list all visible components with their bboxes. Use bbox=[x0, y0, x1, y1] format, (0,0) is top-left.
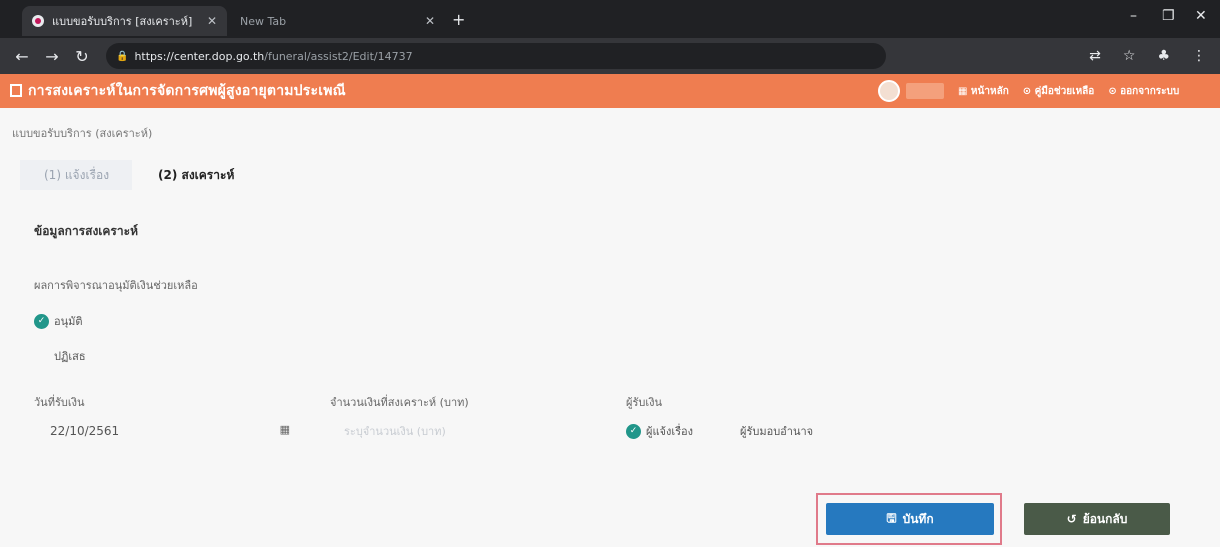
radio-unchecked-icon[interactable] bbox=[720, 424, 735, 439]
maximize-icon[interactable]: ❐ bbox=[1162, 8, 1175, 24]
url-path: /funeral/assist2/Edit/14737 bbox=[264, 49, 413, 63]
radio-unchecked-icon[interactable] bbox=[34, 349, 49, 364]
site-favicon-icon bbox=[32, 15, 44, 27]
browser-tab-active[interactable]: แบบขอรับบริการ [สงเคราะห์] ✕ bbox=[22, 6, 227, 36]
amount-input[interactable]: ระบุจำนวนเงิน (บาท) bbox=[330, 418, 580, 444]
radio-recipient-requester[interactable]: ✓ ผู้แจ้งเรื่อง bbox=[626, 422, 693, 440]
minimize-icon[interactable]: – bbox=[1130, 8, 1137, 24]
tab-close-icon[interactable]: ✕ bbox=[425, 14, 435, 28]
tab-title: New Tab bbox=[240, 14, 287, 28]
browser-tab-new[interactable]: New Tab ✕ bbox=[230, 6, 445, 36]
radio-reject-label: ปฏิเสธ bbox=[54, 350, 86, 363]
user-name-badge[interactable] bbox=[906, 83, 944, 99]
save-button[interactable]: 🖫 บันทึก bbox=[826, 503, 994, 535]
forward-arrow-icon[interactable]: → bbox=[44, 47, 60, 66]
document-icon bbox=[10, 84, 22, 97]
radio-reject[interactable]: ปฏิเสธ bbox=[34, 347, 86, 365]
amount-placeholder: ระบุจำนวนเงิน (บาท) bbox=[344, 425, 446, 438]
radio-approve[interactable]: ✓ อนุมัติ bbox=[34, 312, 83, 330]
lock-icon: 🔒 bbox=[116, 50, 129, 62]
new-tab-button[interactable]: + bbox=[452, 10, 465, 29]
check-circle-icon[interactable]: ✓ bbox=[34, 313, 49, 329]
close-window-icon[interactable]: ✕ bbox=[1195, 8, 1207, 24]
menu-logout[interactable]: ⊙ ออกจากระบบ bbox=[1108, 84, 1179, 99]
app-title: การสงเคราะห์ในการจัดการศพผู้สูงอายุตามปร… bbox=[10, 80, 346, 102]
breadcrumb: แบบขอรับบริการ (สงเคราะห์) bbox=[12, 127, 153, 140]
floppy-disk-icon: 🖫 bbox=[886, 510, 897, 525]
check-circle-icon[interactable]: ✓ bbox=[626, 423, 641, 439]
date-field-label: วันที่รับเงิน bbox=[34, 396, 85, 409]
menu-icon[interactable]: ⋮ bbox=[1192, 48, 1206, 64]
address-bar[interactable]: 🔒 https://center.dop.go.th /funeral/assi… bbox=[106, 43, 886, 69]
avatar[interactable] bbox=[878, 80, 900, 102]
menu-manual[interactable]: ⊙ คู่มือช่วยเหลือ bbox=[1023, 84, 1095, 99]
back-arrow-icon[interactable]: ← bbox=[14, 47, 30, 66]
calendar-icon[interactable]: ▦ bbox=[280, 423, 290, 436]
amount-field-label: จำนวนเงินที่สงเคราะห์ (บาท) bbox=[330, 396, 469, 409]
consideration-label: ผลการพิจารณาอนุมัติเงินช่วยเหลือ bbox=[34, 279, 198, 292]
browser-toolbar: ← → ↻ 🔒 https://center.dop.go.th /funera… bbox=[0, 38, 1220, 74]
header-menu: ▦ หน้าหลัก ⊙ คู่มือช่วยเหลือ ⊙ ออกจากระบ… bbox=[958, 74, 1179, 108]
back-button-label: ย้อนกลับ bbox=[1082, 511, 1128, 526]
radio-recipient-other[interactable]: ผู้รับมอบอำนาจ bbox=[720, 422, 813, 440]
back-button[interactable]: ↺ ย้อนกลับ bbox=[1024, 503, 1170, 535]
date-input[interactable]: 22/10/2561 ▦ bbox=[34, 418, 296, 444]
radio-requester-label: ผู้แจ้งเรื่อง bbox=[646, 425, 693, 438]
section-title: ข้อมูลการสงเคราะห์ bbox=[34, 224, 138, 238]
radio-approve-label: อนุมัติ bbox=[54, 315, 83, 328]
app-header: การสงเคราะห์ในการจัดการศพผู้สูงอายุตามปร… bbox=[0, 74, 1220, 108]
radio-other-label: ผู้รับมอบอำนาจ bbox=[740, 425, 814, 438]
tab-step-assist[interactable]: (2) สงเคราะห์ bbox=[158, 160, 234, 185]
menu-home[interactable]: ▦ หน้าหลัก bbox=[958, 84, 1009, 99]
tab-close-icon[interactable]: ✕ bbox=[207, 14, 217, 28]
extension-icon[interactable]: ♣ bbox=[1157, 48, 1170, 64]
tab-step-notify[interactable]: (1) แจ้งเรื่อง bbox=[20, 160, 132, 190]
tab-title: แบบขอรับบริการ [สงเคราะห์] bbox=[52, 15, 193, 28]
save-button-label: บันทึก bbox=[902, 511, 934, 526]
date-value: 22/10/2561 bbox=[50, 424, 120, 438]
undo-icon: ↺ bbox=[1066, 512, 1077, 526]
reload-icon[interactable]: ↻ bbox=[74, 47, 90, 66]
url-host: https://center.dop.go.th bbox=[134, 49, 265, 63]
star-icon[interactable]: ☆ bbox=[1123, 48, 1136, 64]
recipient-label: ผู้รับเงิน bbox=[626, 396, 662, 409]
app-title-text: การสงเคราะห์ในการจัดการศพผู้สูงอายุตามปร… bbox=[28, 83, 346, 99]
browser-tab-bar: แบบขอรับบริการ [สงเคราะห์] ✕ New Tab ✕ +… bbox=[0, 0, 1220, 38]
translate-icon[interactable]: ⇄ bbox=[1089, 48, 1101, 64]
